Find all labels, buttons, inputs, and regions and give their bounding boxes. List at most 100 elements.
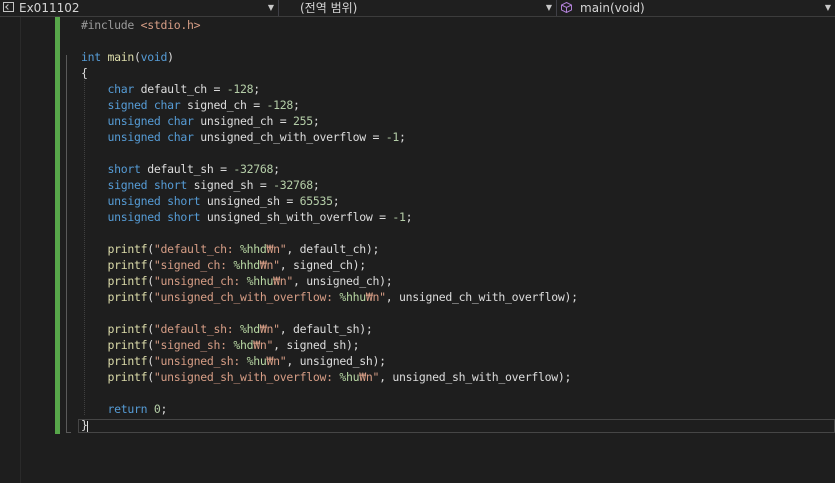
code-line[interactable]: printf("unsigned_sh: %hu₩n", unsigned_sh…	[81, 353, 578, 369]
code-token: printf	[107, 354, 148, 368]
code-line[interactable]	[81, 225, 578, 241]
code-line[interactable]: char default_ch = -128;	[81, 81, 578, 97]
code-line[interactable]: printf("unsigned_sh_with_overflow: %hu₩n…	[81, 369, 578, 385]
code-token: ₩n"	[273, 274, 293, 288]
code-token: ₩n"	[253, 338, 274, 352]
code-line[interactable]: signed char signed_ch = -128;	[81, 97, 578, 113]
code-token: 65535	[299, 194, 333, 208]
code-line[interactable]	[81, 305, 578, 321]
project-icon	[3, 2, 14, 12]
code-token: unsigned_ch =	[193, 114, 293, 128]
code-token: ;	[253, 82, 260, 96]
code-line[interactable]: printf("default_sh: %hd₩n", default_sh);	[81, 321, 578, 337]
code-line[interactable]: int main(void)	[81, 49, 578, 65]
code-token: printf	[107, 322, 148, 336]
code-line[interactable]	[81, 33, 578, 49]
code-token: -1	[385, 130, 400, 144]
code-line[interactable]: return 0;	[81, 401, 578, 417]
code-token: default_ch =	[134, 82, 227, 96]
code-token: ;	[312, 178, 320, 192]
code-line[interactable]: unsigned short unsigned_sh_with_overflow…	[81, 209, 578, 225]
code-line[interactable]	[81, 385, 578, 401]
code-token: "default_sh:	[153, 322, 240, 336]
code-token: "unsigned_sh_with_overflow:	[153, 370, 340, 384]
code-line[interactable]	[81, 145, 578, 161]
code-token: main	[107, 50, 135, 64]
code-token: ₩n"	[266, 354, 287, 368]
code-token: 0	[153, 402, 161, 416]
code-token: -32768	[233, 162, 274, 176]
code-token: return	[107, 402, 148, 416]
code-line[interactable]: printf("unsigned_ch: %hhu₩n", unsigned_c…	[81, 273, 578, 289]
code-line[interactable]: #include <stdio.h>	[81, 17, 578, 33]
code-line[interactable]: }	[81, 417, 578, 433]
code-token: (	[147, 274, 154, 288]
function-dropdown[interactable]: main(void) ▼	[557, 0, 835, 16]
chevron-down-icon: ▼	[545, 3, 552, 12]
code-line[interactable]: printf("signed_sh: %hd₩n", signed_sh);	[81, 337, 578, 353]
code-token: char	[107, 82, 135, 96]
scope-name: (전역 범위)	[300, 1, 358, 15]
code-line[interactable]: unsigned char unsigned_ch_with_overflow …	[81, 129, 578, 145]
code-token: (	[147, 354, 154, 368]
code-token: void	[140, 50, 168, 64]
code-line[interactable]: unsigned char unsigned_ch = 255;	[81, 113, 578, 129]
code-token: unsigned_sh =	[200, 194, 300, 208]
code-token: signed_sh =	[186, 178, 274, 192]
code-line[interactable]: {	[81, 65, 578, 81]
code-token: ₩n"	[266, 242, 287, 256]
code-token: (	[147, 370, 154, 384]
code-token: short	[107, 162, 141, 176]
code-token: (	[147, 338, 154, 352]
code-token: %hu	[339, 370, 360, 384]
code-token: }	[81, 418, 88, 432]
code-token: printf	[107, 370, 148, 384]
code-token: unsigned_sh_with_overflow =	[200, 210, 393, 224]
code-line[interactable]: printf("default_ch: %hhd₩n", default_ch)…	[81, 241, 578, 257]
code-token: unsigned char	[107, 130, 194, 144]
code-line[interactable]: printf("signed_ch: %hhd₩n", signed_ch);	[81, 257, 578, 273]
code-line[interactable]: unsigned short unsigned_sh = 65535;	[81, 193, 578, 209]
project-name: Ex011102	[19, 1, 80, 15]
change-tracking-bar	[55, 17, 60, 434]
code-token: ;	[405, 210, 413, 224]
code-token: , default_sh);	[279, 322, 373, 336]
code-token: printf	[107, 258, 148, 272]
chevron-down-icon: ▼	[267, 3, 274, 12]
code-line[interactable]: short default_sh = -32768;	[81, 161, 578, 177]
code-token: printf	[107, 290, 148, 304]
code-line[interactable]: printf("unsigned_ch_with_overflow: %hhu₩…	[81, 289, 579, 305]
code-token: int	[81, 50, 101, 64]
code-token: %hd	[239, 322, 260, 336]
code-token: "unsigned_ch_with_overflow:	[153, 290, 340, 304]
source-code[interactable]: #include <stdio.h> int main(void){ char …	[81, 17, 578, 433]
code-token: <stdio.h>	[140, 18, 201, 32]
code-editor[interactable]: #include <stdio.h> int main(void){ char …	[0, 17, 835, 483]
code-token: %hd	[233, 338, 254, 352]
code-token: , unsigned_ch_with_overflow);	[385, 290, 578, 304]
code-token: %hhu	[246, 274, 274, 288]
code-token: %hhu	[339, 290, 366, 304]
code-token: #include	[81, 18, 141, 32]
code-line[interactable]: signed short signed_sh = -32768;	[81, 177, 578, 193]
code-token: ;	[312, 114, 320, 128]
code-token: (	[147, 258, 154, 272]
code-token: signed_ch =	[180, 98, 267, 112]
scope-dropdown[interactable]: (전역 범위) ▼	[279, 0, 557, 16]
code-token: , signed_sh);	[273, 338, 360, 352]
code-token: -128	[226, 82, 254, 96]
code-token: -1	[392, 210, 406, 224]
project-dropdown[interactable]: Ex011102 ▼	[0, 0, 279, 16]
code-token: unsigned short	[107, 210, 201, 224]
navigation-bar: Ex011102 ▼ (전역 범위) ▼ main(void) ▼	[0, 0, 835, 17]
